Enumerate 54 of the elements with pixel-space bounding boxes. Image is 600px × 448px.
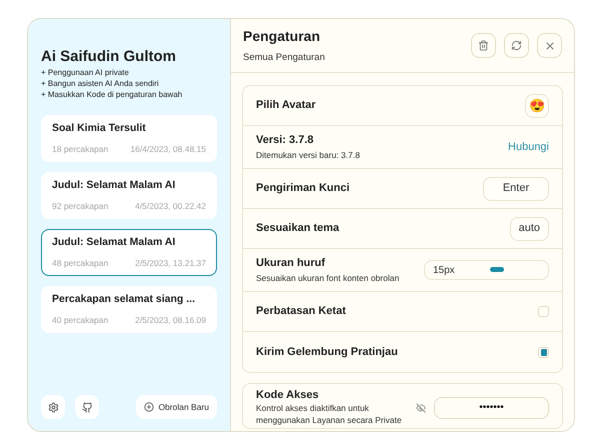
chat-time: 16/4/2023, 08.48.15: [130, 143, 206, 156]
setting-label: Kirim Gelembung Pratinjau: [256, 344, 398, 360]
chat-time: 2/5/2023, 08.16.09: [135, 314, 206, 327]
slider-thumb[interactable]: [490, 267, 504, 272]
github-button[interactable]: [75, 395, 99, 419]
setting-label: Versi: 3.7.8: [256, 133, 314, 148]
chat-item[interactable]: Judul: Selamat Malam AI 92 percakapan 4/5/2023, 00.22.42: [41, 172, 217, 219]
setting-label: Ukuran huruf: [256, 256, 326, 272]
app-title: Ai Saifudin Gultom: [41, 47, 177, 67]
chat-item[interactable]: Soal Kimia Tersulit 18 percakapan 16/4/2023, 08.48.15: [41, 115, 217, 162]
refresh-button[interactable]: [504, 33, 529, 58]
plus-icon: [144, 402, 154, 412]
chat-count: 92 percakapan: [52, 200, 108, 213]
chat-title: Soal Kimia Tersulit: [52, 121, 147, 136]
setting-label: Pilih Avatar: [256, 98, 316, 114]
chat-item[interactable]: Judul: Selamat Malam AI 48 percakapan 2/5/2023, 13.21.37: [41, 229, 217, 276]
chat-title: Judul: Selamat Malam AI: [52, 178, 176, 194]
new-chat-button[interactable]: Obrolan Baru: [136, 395, 217, 419]
setting-label: Pengiriman Kunci: [256, 181, 350, 196]
checkbox[interactable]: [538, 306, 549, 317]
app-subtitle: + Penggunaan AI private: [41, 67, 130, 78]
trash-icon: [478, 40, 489, 51]
app-subtitle: + Masukkan Kode di pengaturan bawah: [41, 89, 184, 100]
chat-count: 18 percakapan: [52, 143, 108, 156]
chat-time: 2/5/2023, 13.21.37: [135, 257, 206, 270]
chat-count: 40 percakapan: [52, 314, 108, 327]
access-code-field[interactable]: •••••••: [434, 396, 549, 418]
slider-field[interactable]: 15px: [424, 260, 549, 280]
settings-button[interactable]: [41, 395, 65, 419]
setting-label: Perbatasan Ketat: [256, 304, 346, 320]
chat-time: 4/5/2023, 00.22.42: [135, 200, 206, 213]
page-subtitle: Semua Pengaturan: [243, 50, 325, 65]
hide-icon[interactable]: [416, 402, 426, 412]
setting-label: Sesuaikan tema: [256, 221, 340, 236]
chat-item[interactable]: Percakapan selamat siang ... 40 percakapan 2/5/2023, 08.16.09: [41, 286, 217, 333]
app-subtitle: + Bangun asisten AI Anda sendiri: [41, 78, 160, 89]
select-field[interactable]: Enter: [483, 176, 549, 200]
setting-description: Ditemukan versi baru: 3.7.8: [256, 148, 360, 162]
checkbox[interactable]: [538, 346, 549, 358]
close-icon: [544, 40, 556, 52]
github-icon: [82, 402, 92, 412]
setting-description: Sesuaikan ukuran font konten obrolan: [256, 272, 400, 285]
refresh-icon: [511, 40, 522, 51]
settings-icon: [48, 402, 58, 412]
delete-button[interactable]: [471, 33, 496, 58]
setting-label: Kode Akses: [256, 389, 320, 402]
page-title: Pengaturan: [243, 26, 322, 46]
setting-description: Kontrol akses diaktifkan untuk menggunakan Layanan secara Private: [256, 402, 403, 426]
chat-title: Percakapan selamat siang ...: [52, 292, 196, 308]
chat-count: 48 percakapan: [52, 257, 108, 270]
contact-link[interactable]: Hubungi: [508, 138, 549, 156]
close-button[interactable]: [537, 33, 562, 58]
select-field[interactable]: auto: [510, 216, 549, 240]
chat-title: Judul: Selamat Malam AI: [52, 235, 176, 250]
